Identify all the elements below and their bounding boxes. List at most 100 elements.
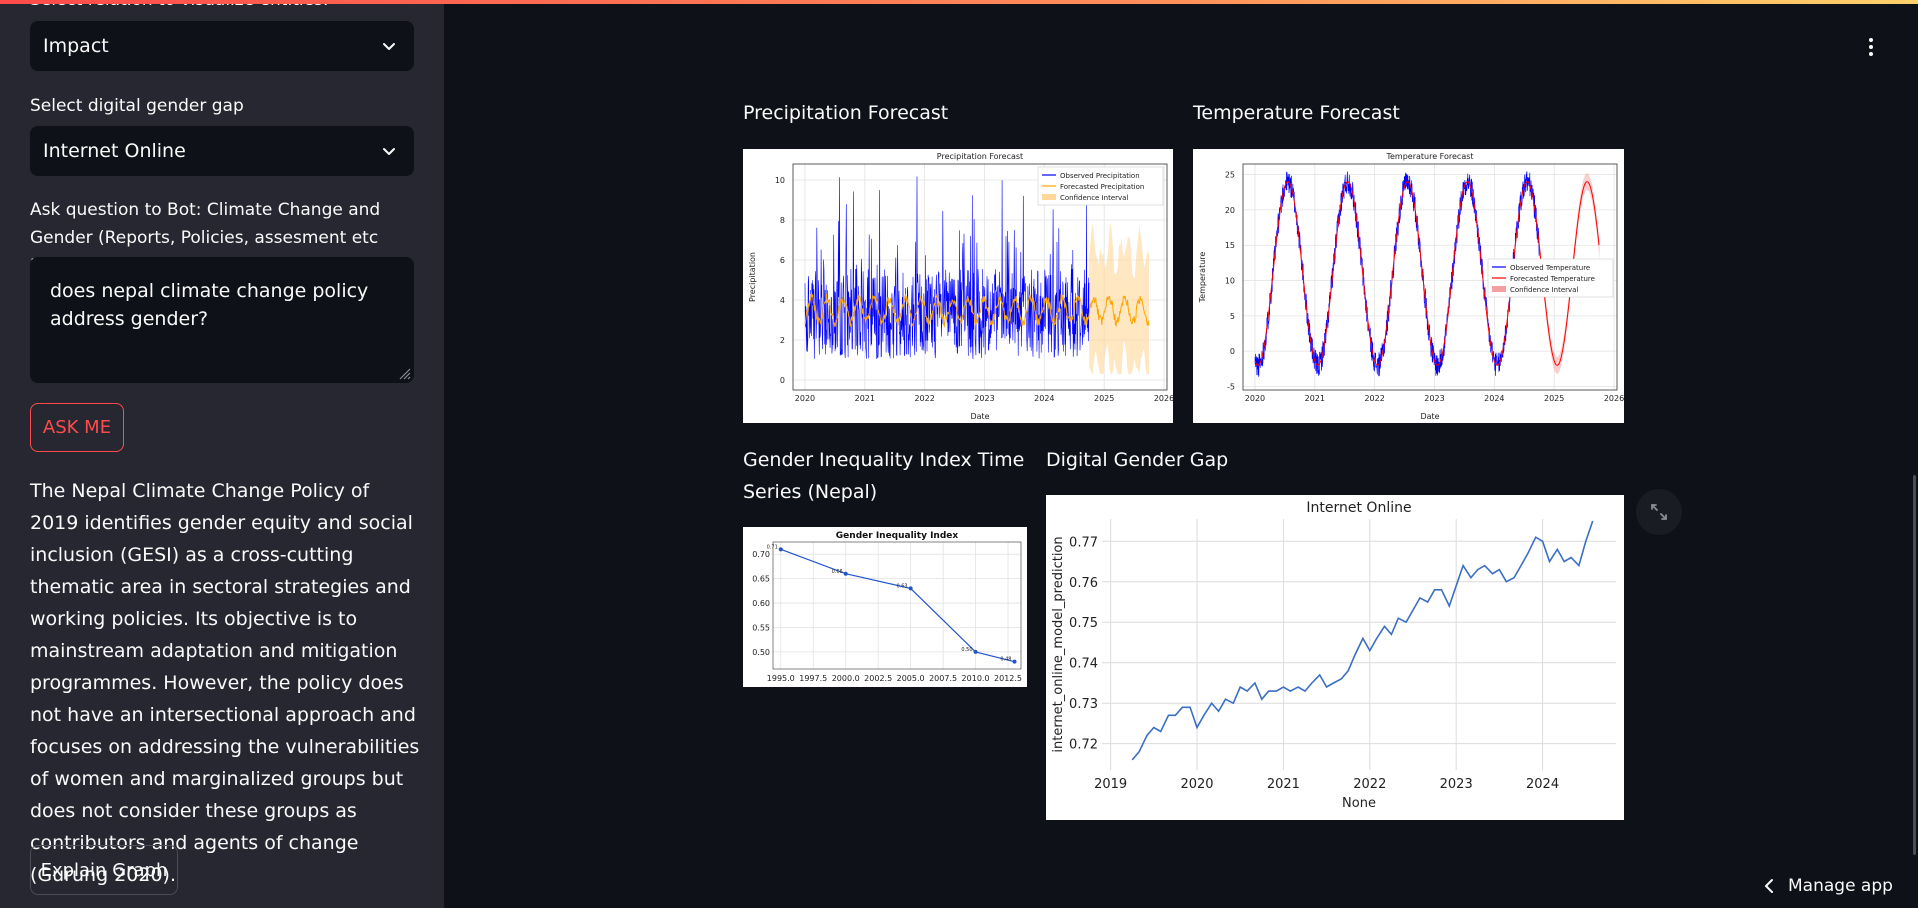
legend-label: Confidence Interval — [1060, 194, 1128, 202]
x-tick-label: 2000.0 — [832, 674, 860, 683]
question-text: does nepal climate change policy address… — [50, 280, 369, 330]
relation-select[interactable]: Impact — [30, 21, 414, 71]
fullscreen-button[interactable] — [1636, 489, 1682, 535]
y-tick-label: 0.73 — [1069, 697, 1098, 712]
x-tick-label: 2012.5 — [994, 674, 1022, 683]
gii-chart-svg: Gender Inequality Index 1995.0 1997.5 2000.… — [752, 531, 1022, 683]
y-axis-label: internet_online_model_prediction — [1051, 536, 1066, 752]
y-tick-label: 6 — [780, 256, 785, 265]
dgg-chart: Internet Online 2019 2020 2021 2022 2023 2024 0… — [1046, 495, 1624, 820]
x-tick-label: 2021 — [855, 394, 875, 403]
y-tick-label: 0.70 — [752, 550, 770, 559]
y-tick-label: 0.77 — [1069, 535, 1098, 550]
gii-point-label: 0.50 — [961, 647, 972, 653]
gii-point — [1012, 659, 1017, 664]
x-axis-label: Date — [1420, 412, 1439, 421]
dgg-section-title: Digital Gender Gap — [1046, 449, 1229, 471]
x-tick-label: 2020 — [1245, 394, 1265, 403]
gii-point — [778, 547, 783, 552]
y-tick-label: 15 — [1225, 241, 1235, 250]
ask-me-button[interactable]: ASK ME — [30, 403, 124, 452]
y-tick-label: 0 — [1230, 347, 1235, 356]
temp-section-title: Temperature Forecast — [1193, 102, 1400, 124]
legend-label: Confidence Interval — [1510, 286, 1578, 294]
y-tick-label: 25 — [1225, 171, 1235, 180]
dgg-chart-svg: Internet Online 2019 2020 2021 2022 2023 2024 0… — [1051, 500, 1616, 811]
precip-section-title: Precipitation Forecast — [743, 102, 949, 124]
resize-handle-icon[interactable] — [397, 366, 411, 380]
chart-title: Temperature Forecast — [1385, 152, 1473, 161]
chart-title: Precipitation Forecast — [937, 152, 1023, 161]
gap-select[interactable]: Internet Online — [30, 126, 414, 176]
explain-graph-button[interactable]: Explain Graph — [30, 845, 178, 895]
y-tick-label: 2 — [780, 336, 785, 345]
gii-point-label: 0.71 — [767, 544, 778, 550]
legend-label: Forecasted Precipitation — [1060, 183, 1144, 191]
plot-frame — [772, 541, 1022, 670]
y-tick-label: 8 — [780, 216, 785, 225]
manage-app-button[interactable]: Manage app — [1764, 876, 1893, 896]
internet-online-line — [1131, 520, 1594, 761]
y-tick-label: 5 — [1230, 312, 1235, 321]
y-tick-label: 10 — [1225, 277, 1235, 286]
gii-line — [780, 548, 1015, 663]
x-tick-label: 1997.5 — [799, 674, 827, 683]
gii-point-label: 0.48 — [1000, 657, 1011, 663]
x-tick-label: 2021 — [1267, 777, 1300, 792]
bot-answer: The Nepal Climate Change Policy of 2019 … — [30, 480, 420, 886]
x-tick-label: 2022 — [1353, 777, 1386, 792]
x-tick-label: 2024 — [1484, 394, 1504, 403]
legend-label: Observed Precipitation — [1060, 172, 1140, 180]
x-tick-label: 2010.0 — [962, 674, 990, 683]
x-tick-label: 2022 — [1364, 394, 1384, 403]
x-tick-label: 2020 — [795, 394, 815, 403]
scrollbar[interactable] — [1913, 475, 1916, 855]
y-tick-label: 0.65 — [752, 575, 770, 584]
x-axis-label: None — [1342, 796, 1376, 811]
top-loading-bar — [0, 0, 1918, 4]
y-tick-label: -5 — [1227, 382, 1235, 391]
gii-point — [973, 649, 978, 654]
y-tick-label: 10 — [775, 176, 785, 185]
x-tick-label: 2007.5 — [929, 674, 957, 683]
x-tick-label: 2026 — [1604, 394, 1624, 403]
x-tick-label: 2020 — [1180, 777, 1213, 792]
chevron-down-icon — [383, 43, 395, 50]
x-tick-label: 2002.5 — [864, 674, 892, 683]
x-tick-label: 2023 — [1440, 777, 1473, 792]
gii-section-title: Gender Inequality Index Time Series (Nep… — [743, 449, 1025, 503]
gii-point — [843, 571, 848, 576]
y-tick-label: 0.74 — [1069, 657, 1098, 672]
y-tick-label: 0 — [780, 376, 785, 385]
y-axis-label: Temperature — [1198, 252, 1207, 304]
question-textarea[interactable]: does nepal climate change policy address… — [30, 257, 414, 383]
y-axis-label: Precipitation — [748, 252, 757, 302]
gap-select-value: Internet Online — [43, 140, 186, 162]
x-tick-label: 2021 — [1305, 394, 1325, 403]
legend-swatch — [1042, 194, 1056, 200]
temp-chart: Temperature Forecast 2020 2021 2022 2023 2024… — [1193, 149, 1624, 423]
manage-app-label: Manage app — [1788, 876, 1893, 896]
y-tick-label: 4 — [780, 296, 785, 305]
x-tick-label: 2025 — [1094, 394, 1114, 403]
x-tick-label: 1995.0 — [767, 674, 795, 683]
precip-chart: Precipitation Forecast 2020 2021 2022 2023 20… — [743, 149, 1173, 423]
x-tick-label: 2005.0 — [897, 674, 925, 683]
temp-chart-svg: Temperature Forecast 2020 2021 2022 2023 2024… — [1198, 152, 1624, 421]
y-tick-label: 0.55 — [752, 623, 770, 632]
legend-swatch — [1492, 286, 1506, 292]
x-tick-label: 2026 — [1154, 394, 1173, 403]
x-tick-label: 2024 — [1034, 394, 1054, 403]
chevron-down-icon — [383, 148, 395, 155]
gii-point-label: 0.66 — [832, 569, 843, 575]
sidebar: Select relation to visualize entities: I… — [0, 0, 444, 908]
x-tick-label: 2025 — [1544, 394, 1564, 403]
x-tick-label: 2023 — [974, 394, 994, 403]
gap-label: Select digital gender gap — [30, 96, 244, 116]
x-tick-label: 2024 — [1526, 777, 1559, 792]
x-tick-label: 2023 — [1424, 394, 1444, 403]
more-vertical-icon[interactable] — [1862, 36, 1880, 58]
legend-label: Observed Temperature — [1510, 264, 1590, 272]
chevron-left-icon — [1765, 879, 1773, 893]
x-tick-label: 2022 — [914, 394, 934, 403]
